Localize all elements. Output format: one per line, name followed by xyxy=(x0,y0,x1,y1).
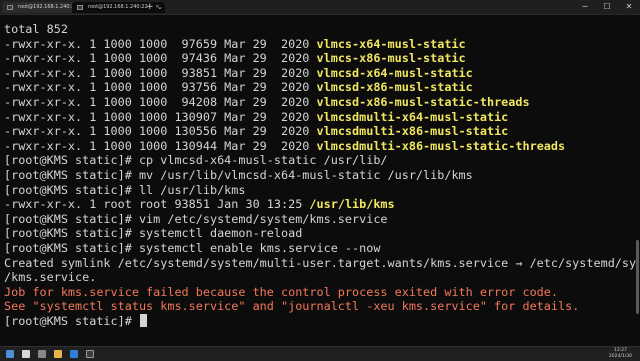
terminal-text: -rwxr-xr-x. 1 1000 1000 94208 Mar 29 202… xyxy=(4,94,317,109)
terminal-text: [root@KMS static]# xyxy=(4,313,139,328)
system-clock[interactable]: 13:27 2024/1/30 xyxy=(609,348,632,360)
scrollbar[interactable] xyxy=(636,240,639,314)
terminal-line: total 852 xyxy=(4,22,636,37)
terminal-text: [root@KMS static]# vim /etc/systemd/syst… xyxy=(4,211,388,226)
terminal-text: total 852 xyxy=(4,22,68,36)
terminal-line: -rwxr-xr-x. 1 1000 1000 93851 Mar 29 202… xyxy=(4,66,636,81)
tab-title: root@192.168.1.240:22 xyxy=(18,4,78,10)
error-text: See "systemctl status kms.service" and "… xyxy=(4,299,580,314)
terminal-line: -rwxr-xr-x. 1 1000 1000 130556 Mar 29 20… xyxy=(4,124,636,139)
terminal-line: -rwxr-xr-x. 1 1000 1000 97659 Mar 29 202… xyxy=(4,37,636,52)
terminal-line: /kms.service. xyxy=(4,270,636,285)
terminal-text: Created symlink /etc/systemd/system/mult… xyxy=(4,255,636,270)
terminal-text: [root@KMS static]# systemctl enable kms.… xyxy=(4,240,381,255)
terminal-line: See "systemctl status kms.service" and "… xyxy=(4,299,636,314)
terminal-line: [root@KMS static]# vim /etc/systemd/syst… xyxy=(4,212,636,227)
error-text: Job for kms.service failed because the c… xyxy=(4,284,558,299)
terminal-line: Job for kms.service failed because the c… xyxy=(4,285,636,300)
close-window-button[interactable]: ✕ xyxy=(618,0,640,14)
terminal-line: Created symlink /etc/systemd/system/mult… xyxy=(4,256,636,271)
terminal-text: -rwxr-xr-x. 1 1000 1000 97659 Mar 29 202… xyxy=(4,36,317,51)
maximize-button[interactable]: ☐ xyxy=(596,0,618,14)
terminal-text: /kms.service. xyxy=(4,270,97,285)
executable-name: vlmcsd-x86-musl-static-threads xyxy=(316,94,530,109)
terminal-line: -rwxr-xr-x. 1 1000 1000 130907 Mar 29 20… xyxy=(4,110,636,125)
terminal-text: -rwxr-xr-x. 1 1000 1000 97436 Mar 29 202… xyxy=(4,51,317,66)
task-view-icon[interactable] xyxy=(38,350,46,358)
terminal-line: [root@KMS static]# cp vlmcsd-x64-musl-st… xyxy=(4,153,636,168)
terminal-text: [root@KMS static]# mv /usr/lib/vlmcsd-x6… xyxy=(4,167,473,182)
cursor xyxy=(139,313,147,327)
terminal-line: [root@KMS static]# systemctl daemon-relo… xyxy=(4,226,636,241)
executable-name: vlmcsdmulti-x64-musl-static xyxy=(316,109,509,124)
terminal-line: -rwxr-xr-x. 1 1000 1000 130944 Mar 29 20… xyxy=(4,139,636,154)
search-icon[interactable] xyxy=(22,350,30,358)
executable-name: /usr/lib/kms xyxy=(309,197,395,212)
terminal-line: [root@KMS static]# mv /usr/lib/vlmcsd-x6… xyxy=(4,168,636,183)
file-explorer-icon[interactable] xyxy=(54,350,62,358)
executable-name: vlmcs-x64-musl-static xyxy=(316,36,466,51)
terminal-line: -rwxr-xr-x. 1 root root 93851 Jan 30 13:… xyxy=(4,197,636,212)
new-tab-button[interactable]: + xyxy=(146,1,154,13)
terminal-line: -rwxr-xr-x. 1 1000 1000 94208 Mar 29 202… xyxy=(4,95,636,110)
executable-name: vlmcs-x86-musl-static xyxy=(316,51,466,66)
terminal-icon xyxy=(7,5,13,10)
tab-title: root@192.168.1.240:22 xyxy=(88,4,148,10)
taskbar: 13:27 2024/1/30 xyxy=(0,346,640,361)
terminal-text: -rwxr-xr-x. 1 1000 1000 130907 Mar 29 20… xyxy=(4,109,317,124)
terminal-line: [root@KMS static]# ll /usr/lib/kms xyxy=(4,183,636,198)
terminal-text: -rwxr-xr-x. 1 1000 1000 93851 Mar 29 202… xyxy=(4,65,317,80)
terminal-app-icon[interactable] xyxy=(86,350,94,358)
executable-name: vlmcsd-x86-musl-static xyxy=(316,80,473,95)
terminal-line: [root@KMS static]# xyxy=(4,313,636,329)
tab-dropdown-icon[interactable]: ⌄ xyxy=(157,1,163,13)
terminal-text: -rwxr-xr-x. 1 1000 1000 130944 Mar 29 20… xyxy=(4,138,317,153)
browser-icon[interactable] xyxy=(70,350,78,358)
windows-start-icon[interactable] xyxy=(6,350,14,358)
terminal-icon xyxy=(77,5,83,10)
minimize-button[interactable]: ─ xyxy=(574,0,596,14)
clock-date: 2024/1/30 xyxy=(608,354,632,359)
terminal-text: [root@KMS static]# ll /usr/lib/kms xyxy=(4,182,246,197)
terminal-text: [root@KMS static]# cp vlmcsd-x64-musl-st… xyxy=(4,153,388,168)
terminal-line: -rwxr-xr-x. 1 1000 1000 93756 Mar 29 202… xyxy=(4,80,636,95)
terminal-text: -rwxr-xr-x. 1 1000 1000 130556 Mar 29 20… xyxy=(4,124,317,139)
terminal-output[interactable]: total 852 -rwxr-xr-x. 1 1000 1000 97659 M… xyxy=(4,22,636,344)
title-bar: root@192.168.1.240:22 ✕ root@192.168.1.2… xyxy=(0,0,640,15)
terminal-line: [root@KMS static]# systemctl enable kms.… xyxy=(4,241,636,256)
terminal-text: [root@KMS static]# systemctl daemon-relo… xyxy=(4,226,303,241)
terminal-text: -rwxr-xr-x. 1 root root 93851 Jan 30 13:… xyxy=(4,197,310,212)
executable-name: vlmcsd-x64-musl-static xyxy=(316,65,473,80)
terminal-text: -rwxr-xr-x. 1 1000 1000 93756 Mar 29 202… xyxy=(4,80,317,95)
executable-name: vlmcsdmulti-x86-musl-static-threads xyxy=(316,138,566,153)
executable-name: vlmcsdmulti-x86-musl-static xyxy=(316,124,509,139)
terminal-line: -rwxr-xr-x. 1 1000 1000 97436 Mar 29 202… xyxy=(4,51,636,66)
